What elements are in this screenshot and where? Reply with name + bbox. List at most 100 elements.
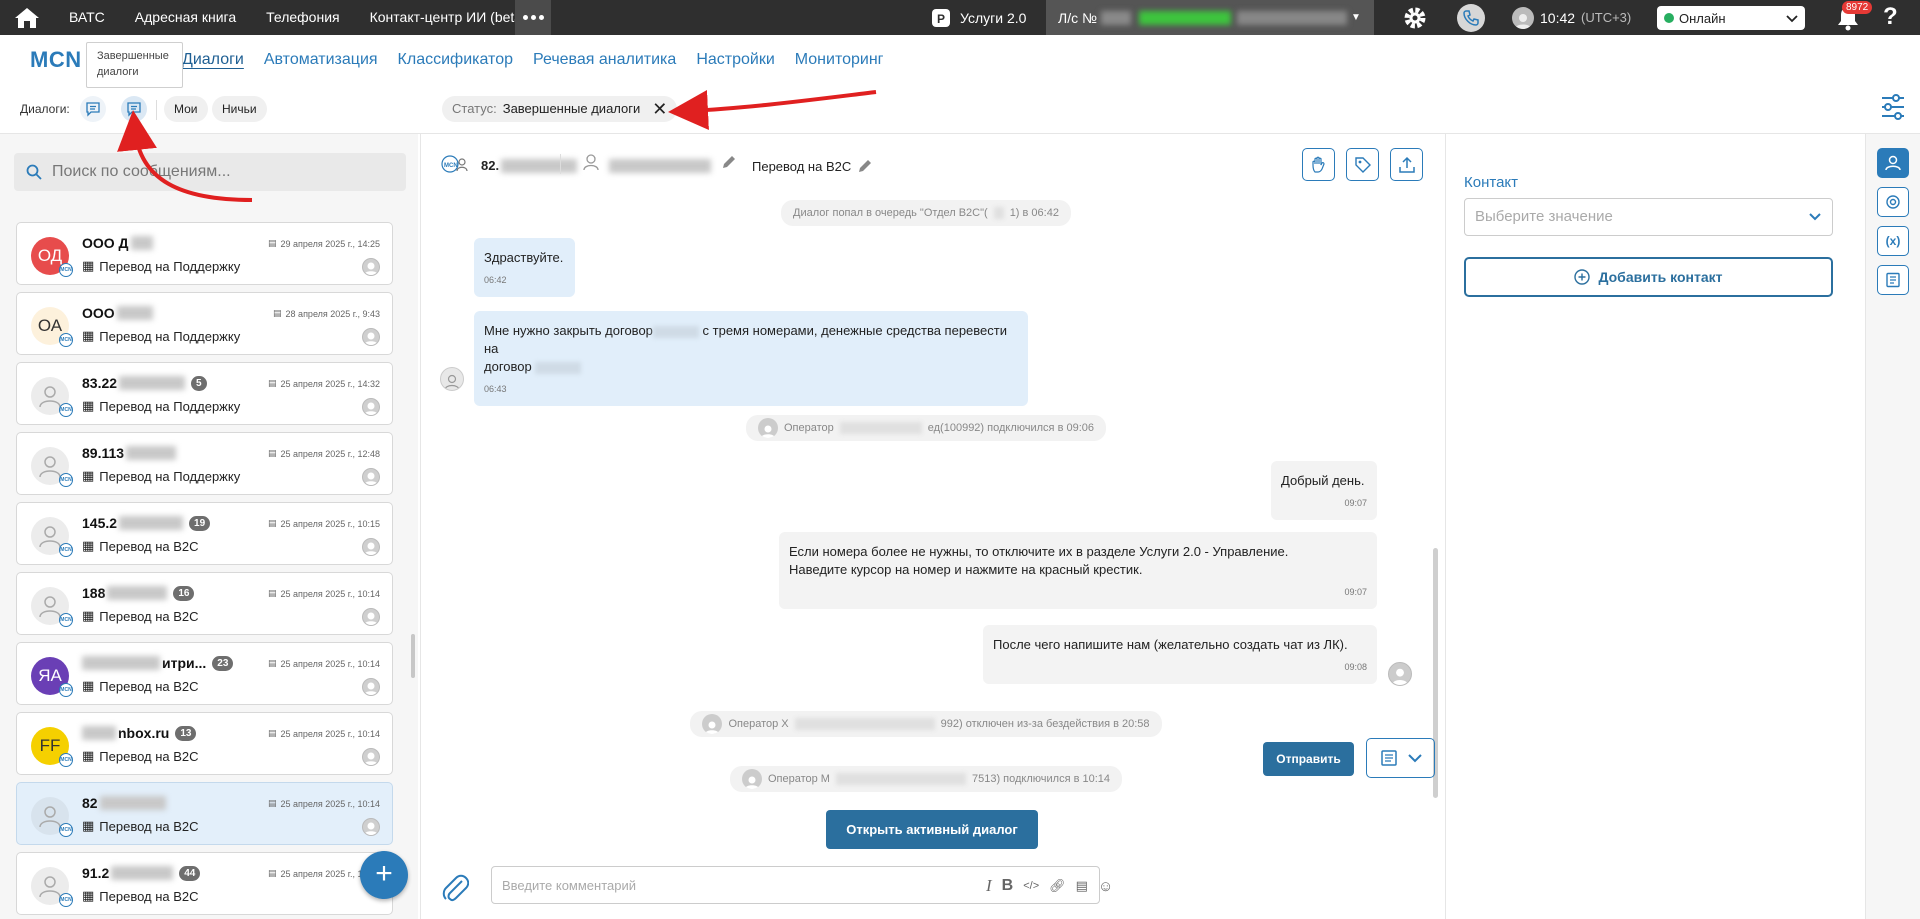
conversation-name: 91.2 44 [82, 865, 201, 881]
link-icon[interactable]: 🔗︎ [1049, 878, 1066, 894]
tab-settings[interactable]: Настройки [696, 51, 774, 69]
conversation-item[interactable]: ЯА MCN итри... 23 ▤ 25 апреля 2025 г., 10:… [16, 642, 393, 705]
conversation-item[interactable]: MCN 145.2 19 ▤ 25 апреля 2025 г., 10:15 ▦ П… [16, 502, 393, 565]
search-icon [26, 164, 42, 180]
nobody-filter[interactable]: Ничьи [212, 96, 267, 122]
services-icon: P [932, 8, 950, 27]
operator-avatar [362, 818, 380, 836]
phone-icon[interactable] [1457, 4, 1485, 32]
mcn-source-icon: MCN [59, 613, 73, 627]
code-icon[interactable]: </> [1023, 880, 1039, 892]
tab-monitoring[interactable]: Мониторинг [795, 51, 884, 69]
conversation-item[interactable]: MCN 83.22 5 ▤ 25 апреля 2025 г., 14:32 ▦ Пе… [16, 362, 393, 425]
top-nav-address-book[interactable]: Адресная книга [120, 0, 251, 35]
client-avatar [440, 367, 464, 391]
send-button[interactable]: Отправить [1263, 742, 1354, 776]
conversation-date: 25 апреля 2025 г., 10:14 [280, 588, 380, 599]
emoji-icon[interactable]: ☺ [1098, 878, 1113, 895]
tab-dialogs[interactable]: Диалоги [182, 51, 244, 69]
user-info[interactable]: 10:42 (UTC+3) [1512, 0, 1631, 35]
notes-tab-button[interactable] [1877, 265, 1909, 295]
message-icon: ▤ [268, 378, 277, 388]
chevron-down-icon [1808, 199, 1822, 249]
incoming-message: Здраствуйте. 06:42 [474, 238, 575, 297]
search-input[interactable] [52, 163, 382, 181]
paperclip-icon[interactable] [441, 871, 469, 905]
ai-tab-button[interactable] [1877, 187, 1909, 217]
mcn-source-icon: MCN [59, 403, 73, 417]
main-nav: Диалоги Автоматизация Классификатор Рече… [182, 51, 884, 69]
services-link[interactable]: P Услуги 2.0 [930, 0, 1026, 35]
conversation-name: 89.113 [82, 445, 177, 461]
contact-select[interactable]: Выберите значение [1464, 198, 1833, 236]
tab-automation[interactable]: Автоматизация [264, 51, 378, 69]
conversation-item[interactable]: MCN 91.2 44 ▤ 25 апреля 2025 г., 10:14 ▦ Пе… [16, 852, 393, 915]
italic-icon[interactable]: I [986, 876, 992, 896]
unread-count: 19 [189, 515, 211, 531]
filter-bar: Диалоги: Мои Ничьи Статус: Завершенные д… [0, 92, 1920, 128]
conversation-item-selected[interactable]: MCN 82 ▤ 25 апреля 2025 г., 10:14 ▦ Перево… [16, 782, 393, 845]
conversation-date: 25 апреля 2025 г., 10:15 [280, 518, 380, 529]
scrollbar[interactable] [411, 634, 415, 678]
top-nav-contact-center[interactable]: Контакт-центр ИИ (beta) [355, 0, 542, 35]
variables-tab-button[interactable]: (x) [1877, 226, 1909, 256]
add-conversation-button[interactable]: + [360, 851, 408, 899]
conversation-date: 25 апреля 2025 г., 12:48 [280, 448, 380, 459]
conversation-topic: Перевод на Поддержку [99, 398, 241, 414]
divider [156, 100, 157, 120]
conversation-name: ООО Д [82, 235, 153, 251]
message-icon: ▤ [268, 588, 277, 598]
chevron-down-icon [1407, 753, 1422, 762]
clock-timezone: (UTC+3) [1581, 10, 1632, 25]
tag-button[interactable] [1346, 148, 1379, 181]
queue-icon: ▦ [82, 328, 95, 343]
more-menu-button[interactable] [515, 0, 551, 35]
conversation-item[interactable]: MCN 89.113 ▤ 25 апреля 2025 г., 12:48 ▦ Пе… [16, 432, 393, 495]
home-icon[interactable] [8, 3, 46, 33]
pencil-icon[interactable] [857, 158, 873, 174]
queue-icon: ▦ [82, 608, 95, 623]
tab-classifier[interactable]: Классификатор [398, 51, 513, 69]
conversation-topic: Перевод на Поддержку [99, 468, 241, 484]
operator-avatar [362, 608, 380, 626]
top-nav-telephony[interactable]: Телефония [251, 0, 354, 35]
mcn-source-icon: MCN [59, 263, 73, 277]
conversation-item[interactable]: FF MCN nbox.ru 13 ▤ 25 апреля 2025 г., 10:… [16, 712, 393, 775]
message-icon: ▤ [268, 518, 277, 528]
templates-button[interactable] [1366, 738, 1435, 778]
bold-icon[interactable]: B [1002, 877, 1014, 895]
export-button[interactable] [1390, 148, 1423, 181]
finished-dialogs-filter[interactable] [121, 96, 147, 122]
unread-count: 13 [175, 725, 197, 741]
conversation-item[interactable]: ОД MCN ООО Д ▤ 29 апреля 2025 г., 14:25 ▦… [16, 222, 393, 285]
system-message: Оператор ед(100992) подключился в 09:06 [421, 415, 1431, 441]
contact-tab-button[interactable] [1877, 148, 1909, 178]
top-nav-vats[interactable]: ВАТС [57, 0, 120, 35]
quote-icon[interactable]: ▤ [1076, 878, 1088, 894]
conversation-name: ООО [82, 305, 153, 321]
tab-speech-analytics[interactable]: Речевая аналитика [533, 51, 676, 69]
sliders-icon[interactable] [1880, 93, 1906, 124]
conversation-item[interactable]: MCN 188 16 ▤ 25 апреля 2025 г., 10:14 ▦ Пер… [16, 572, 393, 635]
chevron-down-icon: ▼ [1351, 12, 1361, 23]
active-dialogs-filter[interactable] [80, 96, 106, 122]
gear-icon[interactable] [1402, 5, 1428, 34]
unread-count: 44 [179, 865, 201, 881]
operator-avatar [362, 748, 380, 766]
status-select[interactable]: Онлайн [1657, 6, 1805, 30]
mine-filter[interactable]: Мои [164, 96, 208, 122]
filter-label: Диалоги: [20, 102, 70, 116]
conversation-item[interactable]: ОА MCN ООО ▤ 28 апреля 2025 г., 9:43 ▦ Пер… [16, 292, 393, 355]
pencil-icon[interactable] [721, 154, 737, 170]
add-contact-button[interactable]: Добавить контакт [1464, 257, 1833, 297]
formatting-toolbar: I B </> 🔗︎ ▤ ☺ [986, 876, 1113, 896]
conversation-name: 145.2 19 [82, 515, 211, 531]
take-dialog-button[interactable] [1302, 148, 1335, 181]
account-selector[interactable]: Л/с № ▼ [1046, 0, 1374, 35]
help-icon[interactable]: ? [1883, 3, 1898, 31]
conversation-topic: Перевод на B2C [99, 748, 199, 764]
close-icon[interactable]: ✕ [652, 99, 667, 119]
open-active-dialog-button[interactable]: Открыть активный диалог [826, 810, 1038, 849]
unread-count: 16 [173, 585, 195, 601]
conversation-name: nbox.ru 13 [82, 725, 197, 741]
